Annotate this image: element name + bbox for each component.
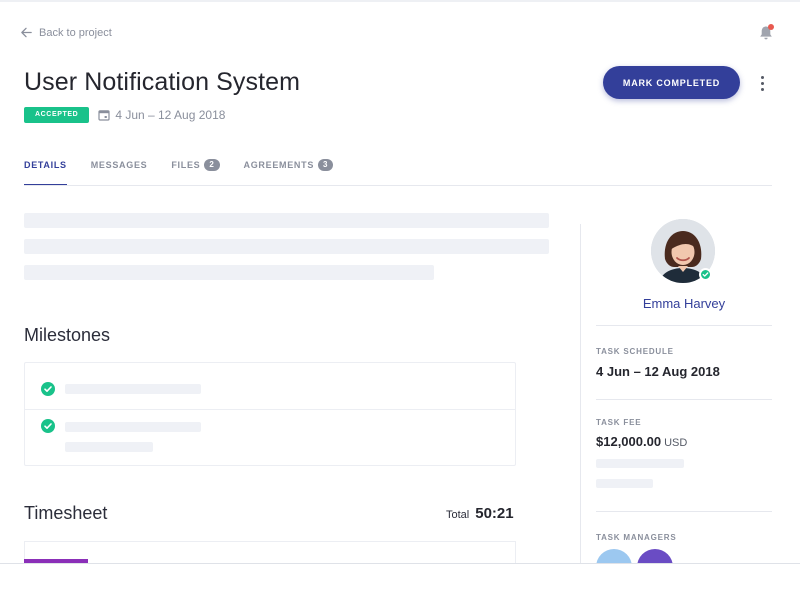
- tab-details[interactable]: DETAILS: [24, 158, 67, 186]
- description-placeholder-line: [24, 213, 549, 228]
- agreements-count-badge: 3: [318, 159, 334, 171]
- tab-bar: DETAILS MESSAGES FILES 2 AGREEMENTS 3: [24, 158, 334, 186]
- tab-files[interactable]: FILES 2: [171, 158, 220, 186]
- more-dot: [760, 75, 764, 79]
- milestone-divider: [25, 409, 515, 410]
- bottom-blank-area: [0, 564, 800, 600]
- timesheet-heading: Timesheet: [24, 503, 108, 523]
- more-dot: [760, 81, 764, 85]
- total-label: Total: [446, 509, 470, 521]
- fee-placeholder-line: [596, 459, 684, 468]
- date-range-text: 4 Jun – 12 Aug 2018: [115, 108, 226, 122]
- tab-messages[interactable]: MESSAGES: [91, 158, 148, 186]
- arrow-left-icon: [21, 27, 32, 38]
- assignee-name[interactable]: Emma Harvey: [596, 296, 772, 311]
- milestone-placeholder-subtext: [65, 442, 153, 452]
- task-meta: ACCEPTED 4 Jun – 12 Aug 2018: [24, 107, 225, 123]
- sidebar-separator: [596, 511, 772, 512]
- tab-label: AGREEMENTS: [243, 160, 315, 170]
- task-schedule-label: TASK SCHEDULE: [596, 347, 674, 356]
- files-count-badge: 2: [204, 159, 220, 171]
- status-badge: ACCEPTED: [24, 107, 90, 123]
- fee-amount: $12,000.00: [596, 434, 662, 449]
- task-schedule-value: 4 Jun – 12 Aug 2018: [596, 364, 720, 379]
- tab-label: FILES: [171, 160, 201, 170]
- page-title: User Notification System: [24, 68, 301, 96]
- sidebar-separator: [596, 399, 772, 400]
- description-placeholder-line: [24, 239, 549, 254]
- calendar-icon: [98, 110, 110, 121]
- more-options-button[interactable]: [756, 73, 768, 93]
- sidebar-separator: [596, 325, 772, 326]
- check-icon: [702, 272, 709, 277]
- milestone-placeholder-text: [65, 384, 201, 394]
- back-link-label: Back to project: [39, 26, 112, 39]
- milestone-check-icon[interactable]: [41, 419, 55, 433]
- mark-completed-button[interactable]: MARK COMPLETED: [603, 66, 740, 99]
- tabs-divider: [24, 185, 772, 186]
- online-status-indicator: [699, 268, 712, 281]
- milestone-check-icon[interactable]: [41, 382, 55, 396]
- milestones-list: [24, 362, 516, 466]
- notifications-button[interactable]: [757, 24, 775, 42]
- more-dot: [760, 87, 764, 91]
- fee-currency: USD: [664, 437, 688, 449]
- task-fee-value: $12,000.00 USD: [596, 434, 687, 449]
- back-to-project-link[interactable]: Back to project: [20, 26, 112, 39]
- total-value: 50:21: [475, 505, 514, 522]
- fee-placeholder-line: [596, 479, 653, 488]
- description-placeholder-line: [24, 265, 434, 280]
- top-border: [0, 0, 800, 2]
- tab-label: DETAILS: [24, 160, 67, 170]
- milestone-placeholder-text: [65, 422, 201, 432]
- task-managers-label: TASK MANAGERS: [596, 533, 677, 542]
- tab-label: MESSAGES: [90, 160, 148, 170]
- sidebar-divider: [580, 224, 581, 564]
- tab-agreements[interactable]: AGREEMENTS 3: [244, 158, 334, 186]
- notification-dot: [768, 24, 774, 30]
- timesheet-total: Total 50:21: [446, 505, 514, 522]
- date-range: 4 Jun – 12 Aug 2018: [98, 108, 225, 122]
- milestones-heading: Milestones: [24, 325, 111, 345]
- task-fee-label: TASK FEE: [596, 418, 642, 427]
